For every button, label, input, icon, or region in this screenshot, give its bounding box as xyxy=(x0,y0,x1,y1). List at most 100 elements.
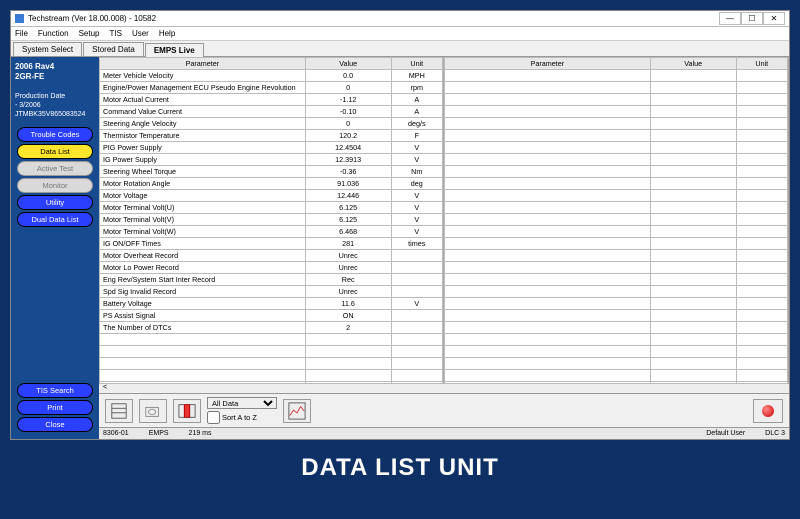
table-row[interactable]: Steering Angle Velocity0deg/s xyxy=(100,118,443,130)
table-row-empty: . xyxy=(445,214,788,226)
menu-function[interactable]: Function xyxy=(38,29,69,38)
tab-stored-data[interactable]: Stored Data xyxy=(83,42,144,56)
table-row[interactable]: The Number of DTCs2 xyxy=(100,322,443,334)
table-row-empty: . xyxy=(100,370,443,382)
tab-system-select[interactable]: System Select xyxy=(13,42,82,56)
table-row[interactable]: Steering Wheel Torque-0.36Nm xyxy=(100,166,443,178)
status-code: 8306-01 xyxy=(103,430,129,437)
table-row[interactable]: PS Assist SignalON xyxy=(100,310,443,322)
status-system: EMPS xyxy=(149,430,169,437)
side-utility[interactable]: Utility xyxy=(17,195,93,210)
menu-user[interactable]: User xyxy=(132,29,149,38)
vehicle-vin: JTMBK35V865083524 xyxy=(15,111,85,118)
menu-setup[interactable]: Setup xyxy=(79,29,100,38)
table-row-empty: . xyxy=(445,238,788,250)
menu-help[interactable]: Help xyxy=(159,29,175,38)
menu-file[interactable]: File xyxy=(15,29,28,38)
table-row-empty: . xyxy=(445,226,788,238)
table-row[interactable]: IG Power Supply12.3913V xyxy=(100,154,443,166)
production-date-value: - 3/2006 xyxy=(15,102,41,109)
table-row-empty: . xyxy=(445,118,788,130)
table-row-empty: . xyxy=(445,274,788,286)
col-parameter[interactable]: Parameter xyxy=(445,58,651,70)
table-row-empty: . xyxy=(445,154,788,166)
status-user: Default User xyxy=(706,430,745,437)
sort-checkbox[interactable]: Sort A to Z xyxy=(207,411,277,424)
table-row[interactable]: Motor Terminal Volt(W)6.468V xyxy=(100,226,443,238)
side-monitor: Monitor xyxy=(17,178,93,193)
table-row[interactable]: Command Value Current-0.10A xyxy=(100,106,443,118)
side-tis-search[interactable]: TIS Search xyxy=(17,383,93,398)
tool-button-3[interactable] xyxy=(173,399,201,423)
side-print[interactable]: Print xyxy=(17,400,93,415)
table-row-empty: . xyxy=(445,202,788,214)
maximize-button[interactable]: ☐ xyxy=(741,12,763,25)
vehicle-engine: 2GR-FE xyxy=(15,72,44,81)
table-row[interactable]: Motor Rotation Angle91.036deg xyxy=(100,178,443,190)
col-value[interactable]: Value xyxy=(650,58,736,70)
table-row-empty: . xyxy=(445,286,788,298)
app-icon xyxy=(15,14,24,23)
status-bar: 8306-01 EMPS 219 ms Default User DLC 3 xyxy=(99,427,789,439)
table-row-empty: . xyxy=(100,358,443,370)
table-row-empty: . xyxy=(445,346,788,358)
table-row-empty: . xyxy=(445,130,788,142)
col-unit[interactable]: Unit xyxy=(736,58,787,70)
graph-button[interactable] xyxy=(283,399,311,423)
table-row[interactable]: IG ON/OFF Times281times xyxy=(100,238,443,250)
table-row-empty: . xyxy=(445,334,788,346)
table-row-empty: . xyxy=(445,370,788,382)
table-row[interactable]: Motor Voltage12.446V xyxy=(100,190,443,202)
table-row-empty: . xyxy=(445,70,788,82)
side-data-list[interactable]: Data List xyxy=(17,144,93,159)
table-row[interactable]: Spd Sig Invalid RecordUnrec xyxy=(100,286,443,298)
col-unit[interactable]: Unit xyxy=(391,58,442,70)
table-row[interactable]: Motor Actual Current-1.12A xyxy=(100,94,443,106)
menu-tis[interactable]: TIS xyxy=(109,29,121,38)
table-row[interactable]: Battery Voltage11.6V xyxy=(100,298,443,310)
vehicle-info: 2006 Rav4 2GR-FE Production Date - 3/200… xyxy=(15,62,95,119)
table-row-empty: . xyxy=(445,298,788,310)
record-icon xyxy=(762,405,774,417)
close-button[interactable]: ✕ xyxy=(763,12,785,25)
table-row[interactable]: Motor Terminal Volt(V)6.125V xyxy=(100,214,443,226)
tool-button-1[interactable] xyxy=(105,399,133,423)
col-value[interactable]: Value xyxy=(305,58,391,70)
tab-bar: System SelectStored DataEMPS Live xyxy=(11,41,789,57)
side-dual-data-list[interactable]: Dual Data List xyxy=(17,212,93,227)
table-row-empty: . xyxy=(100,346,443,358)
sidebar: 2006 Rav4 2GR-FE Production Date - 3/200… xyxy=(11,57,99,439)
scroll-indicator: < xyxy=(99,383,789,393)
main-panel: ParameterValueUnitMeter Vehicle Velocity… xyxy=(99,57,789,439)
table-row[interactable]: PIG Power Supply12.4504V xyxy=(100,142,443,154)
col-parameter[interactable]: Parameter xyxy=(100,58,306,70)
status-latency: 219 ms xyxy=(189,430,212,437)
table-row[interactable]: Motor Terminal Volt(U)6.125V xyxy=(100,202,443,214)
table-row-empty: . xyxy=(445,94,788,106)
production-date-label: Production Date xyxy=(15,93,65,100)
data-table-left[interactable]: ParameterValueUnitMeter Vehicle Velocity… xyxy=(99,57,444,383)
table-row-empty: . xyxy=(445,250,788,262)
page-caption: DATA LIST UNIT xyxy=(0,454,800,482)
tab-emps-live[interactable]: EMPS Live xyxy=(145,43,204,57)
bottom-toolbar: All Data Sort A to Z xyxy=(99,393,789,427)
data-table-right[interactable]: ParameterValueUnit......................… xyxy=(444,57,789,383)
table-row[interactable]: Motor Overheat RecordUnrec xyxy=(100,250,443,262)
side-close[interactable]: Close xyxy=(17,417,93,432)
table-row-empty: . xyxy=(100,334,443,346)
tool-button-2[interactable] xyxy=(139,399,167,423)
table-row[interactable]: Meter Vehicle Velocity0.0MPH xyxy=(100,70,443,82)
table-row[interactable]: Motor Lo Power RecordUnrec xyxy=(100,262,443,274)
table-row[interactable]: Engine/Power Management ECU Pseudo Engin… xyxy=(100,82,443,94)
table-row-empty: . xyxy=(445,190,788,202)
side-trouble-codes[interactable]: Trouble Codes xyxy=(17,127,93,142)
vehicle-name: 2006 Rav4 xyxy=(15,62,54,71)
filter-select[interactable]: All Data xyxy=(207,397,277,409)
table-row-empty: . xyxy=(445,262,788,274)
window-title: Techstream (Ver 18.00.008) - 10582 xyxy=(28,14,719,23)
minimize-button[interactable]: — xyxy=(719,12,741,25)
window-titlebar: Techstream (Ver 18.00.008) - 10582 — ☐ ✕ xyxy=(11,11,789,27)
table-row[interactable]: Thermistor Temperature120.2F xyxy=(100,130,443,142)
record-button[interactable] xyxy=(753,399,783,423)
table-row[interactable]: Eng Rev/System Start Inter RecordRec xyxy=(100,274,443,286)
